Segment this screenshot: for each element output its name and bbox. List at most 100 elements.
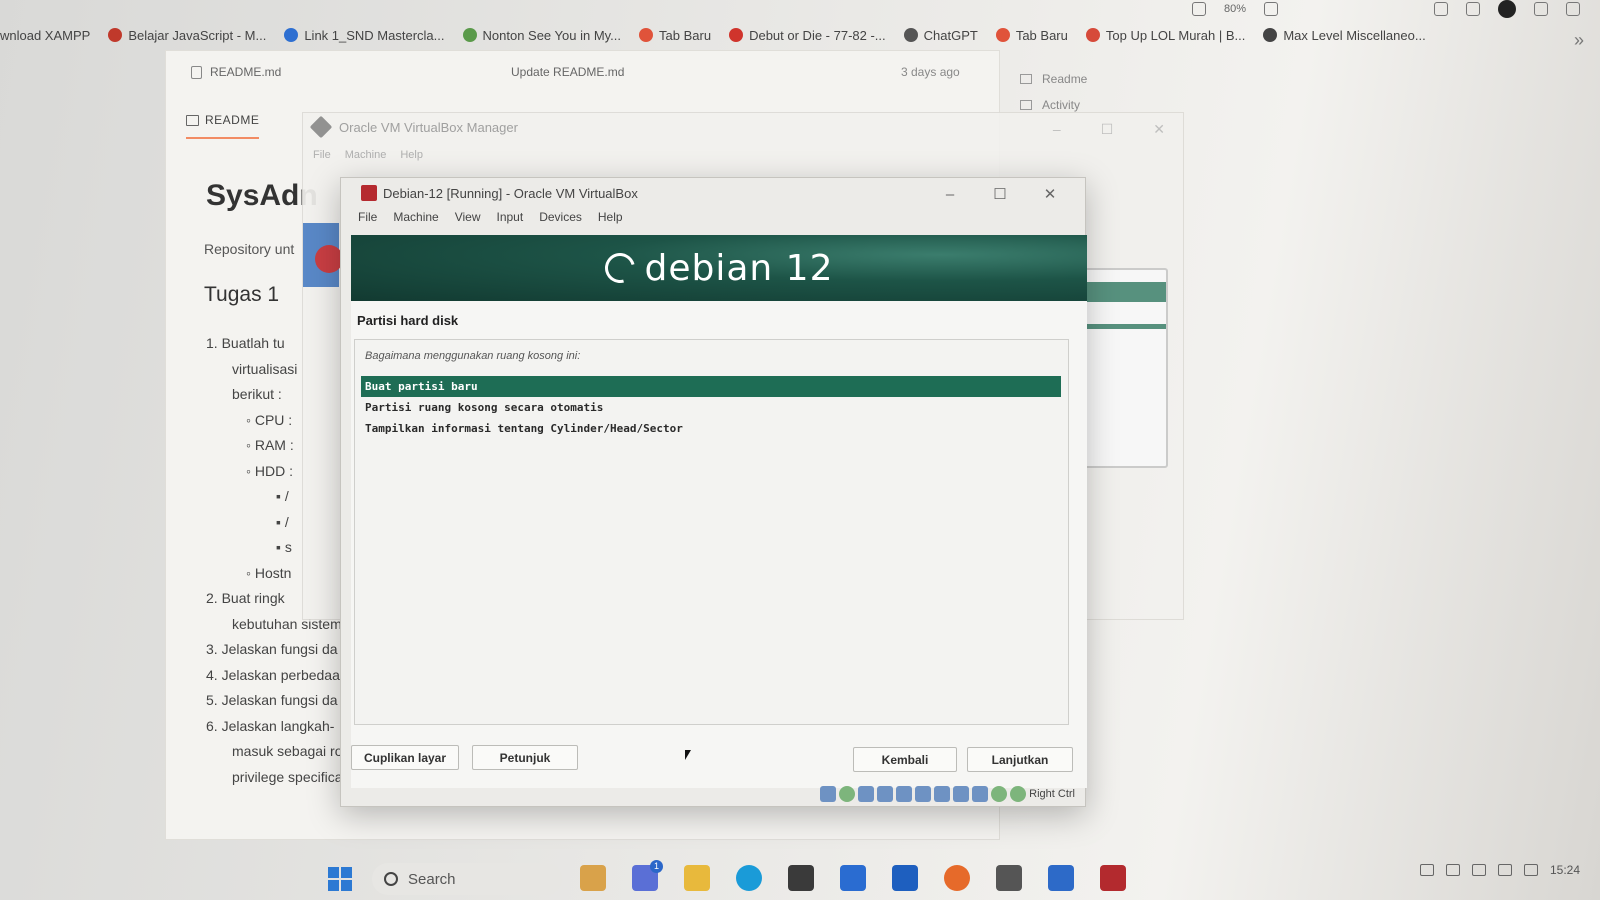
bookmarks-overflow-icon[interactable]: »	[1574, 30, 1584, 51]
virtualbox-cube-icon	[309, 115, 333, 139]
bookmark-item[interactable]: Max Level Miscellaneo...	[1263, 28, 1426, 43]
download-icon[interactable]	[1466, 2, 1480, 16]
minimize-icon[interactable]: –	[925, 182, 975, 206]
commit-message[interactable]: Update README.md	[511, 65, 901, 79]
volume-icon[interactable]	[1497, 864, 1512, 876]
continue-button[interactable]: Lanjutkan	[967, 747, 1073, 772]
battery-icon[interactable]	[1523, 864, 1538, 876]
task-list-item: 3. Jelaskan fungsi da	[206, 641, 338, 657]
teams-icon[interactable]: 1	[632, 860, 663, 891]
file-explorer-icon[interactable]	[684, 865, 710, 891]
shared-folder-icon[interactable]	[915, 786, 932, 802]
taskbar: Search 1 15:24	[0, 857, 1600, 900]
star-icon[interactable]	[1264, 2, 1278, 16]
bookmark-item[interactable]: Tab Baru	[995, 28, 1068, 43]
back-button[interactable]: Kembali	[853, 747, 957, 772]
store-icon[interactable]	[788, 865, 814, 891]
vm-statusbar: Right Ctrl	[820, 786, 1075, 802]
manager-menu-file[interactable]: File	[313, 149, 331, 161]
profile-avatar-icon[interactable]	[1498, 0, 1516, 18]
bookmark-item[interactable]: Nonton See You in My...	[462, 28, 621, 43]
bookmark-item[interactable]: Link 1_SND Mastercla...	[284, 28, 445, 43]
wifi-icon[interactable]	[1471, 864, 1486, 876]
task-list-item: masuk sebagai ro	[232, 743, 343, 759]
installer-step-title: Partisi hard disk	[357, 313, 459, 328]
zoom-level[interactable]: 80%	[1224, 3, 1246, 15]
virtualbox-cube-icon[interactable]	[996, 865, 1022, 891]
taskbar-search[interactable]: Search	[372, 863, 562, 895]
cpu-icon[interactable]	[972, 786, 989, 802]
vm-titlebar[interactable]: Debian-12 [Running] - Oracle VM VirtualB…	[341, 178, 1085, 208]
search-icon	[384, 872, 398, 886]
manager-menu-help[interactable]: Help	[400, 149, 423, 161]
partition-option[interactable]: Buat partisi baru	[361, 376, 1061, 397]
vm-preview-thumbnail	[1083, 268, 1168, 468]
shield-icon[interactable]	[1434, 2, 1448, 16]
keyboard-capture-icon[interactable]	[1010, 786, 1027, 802]
edge-icon[interactable]	[736, 865, 762, 891]
mail-icon[interactable]	[840, 865, 866, 891]
search-placeholder: Search	[408, 870, 456, 888]
maximize-icon[interactable]: ☐	[975, 182, 1025, 206]
optical-drive-icon[interactable]	[839, 786, 856, 802]
readme-title: SysAdn	[206, 179, 318, 212]
hard-disk-icon[interactable]	[820, 786, 837, 802]
readme-tab[interactable]: README	[186, 113, 260, 139]
audio-icon[interactable]	[858, 786, 875, 802]
network-icon[interactable]	[877, 786, 894, 802]
chevron-up-icon[interactable]	[1419, 864, 1434, 876]
widgets-icon[interactable]	[580, 865, 606, 891]
manager-menubar: File Machine Help	[313, 149, 423, 161]
pinned-apps: 1	[580, 860, 1126, 891]
vm-window[interactable]: Debian-12 [Running] - Oracle VM VirtualB…	[340, 177, 1087, 807]
vm-menu-help[interactable]: Help	[598, 210, 623, 224]
bookmarks-bar: wnload XAMPP Belajar JavaScript - M... Lin…	[0, 22, 1600, 48]
file-row[interactable]: README.md Update README.md 3 days ago	[191, 59, 971, 85]
app-l-icon[interactable]	[892, 865, 918, 891]
debian-vm-icon	[315, 245, 343, 273]
partition-option[interactable]: Partisi ruang kosong secara otomatis	[361, 397, 1061, 418]
start-button[interactable]	[328, 867, 352, 891]
bookmark-item[interactable]: Tab Baru	[639, 28, 711, 43]
host-key-label: Right Ctrl	[1029, 788, 1075, 800]
close-icon[interactable]: ✕	[1153, 121, 1165, 138]
vm-menu-input[interactable]: Input	[497, 210, 524, 224]
vm-list-item-debian[interactable]	[303, 223, 343, 287]
debian-swirl-icon	[599, 247, 640, 289]
usb-icon[interactable]	[896, 786, 913, 802]
task-list-item: 5. Jelaskan fungsi da	[206, 692, 338, 708]
recording-icon[interactable]	[953, 786, 970, 802]
mouse-integration-icon[interactable]	[991, 786, 1008, 802]
close-icon[interactable]: ✕	[1025, 182, 1075, 206]
screenshot-button[interactable]: Cuplikan layar	[351, 745, 459, 770]
bookmark-item[interactable]: Belajar JavaScript - M...	[108, 28, 266, 43]
manager-menu-machine[interactable]: Machine	[345, 149, 387, 161]
vm-menu-machine[interactable]: Machine	[393, 210, 438, 224]
partition-option[interactable]: Tampilkan informasi tentang Cylinder/Hea…	[361, 418, 1061, 439]
bookmark-item[interactable]: wnload XAMPP	[0, 28, 90, 43]
firefox-icon[interactable]	[944, 865, 970, 891]
vm-menu-file[interactable]: File	[358, 210, 377, 224]
help-button[interactable]: Petunjuk	[472, 745, 578, 770]
bookmark-favicon-icon	[995, 28, 1010, 42]
onedrive-icon[interactable]	[1445, 864, 1460, 876]
bookmark-item[interactable]: Top Up LOL Murah | B...	[1085, 28, 1245, 43]
bookmark-item[interactable]: Debut or Die - 77-82 -...	[729, 28, 886, 43]
maximize-icon[interactable]: ☐	[1101, 121, 1114, 138]
sidebar-readme-link[interactable]: Readme	[1020, 66, 1087, 92]
display-icon[interactable]	[934, 786, 951, 802]
bookmark-favicon-icon	[284, 28, 299, 42]
virtualbox-vm-icon[interactable]	[1100, 865, 1126, 891]
menu-icon[interactable]	[1566, 2, 1580, 16]
extensions-icon[interactable]	[1534, 2, 1548, 16]
minimize-icon[interactable]: –	[1053, 121, 1061, 138]
vm-display[interactable]: debian 12 Partisi hard disk Bagaimana me…	[351, 235, 1087, 788]
file-name[interactable]: README.md	[210, 65, 281, 79]
editor-icon[interactable]	[1048, 865, 1074, 891]
vm-menu-devices[interactable]: Devices	[539, 210, 582, 224]
system-tray: 15:24	[1419, 863, 1580, 877]
clock[interactable]: 15:24	[1550, 863, 1580, 877]
reader-icon[interactable]	[1191, 2, 1206, 16]
vm-menu-view[interactable]: View	[455, 210, 481, 224]
bookmark-item[interactable]: ChatGPT	[903, 28, 978, 43]
